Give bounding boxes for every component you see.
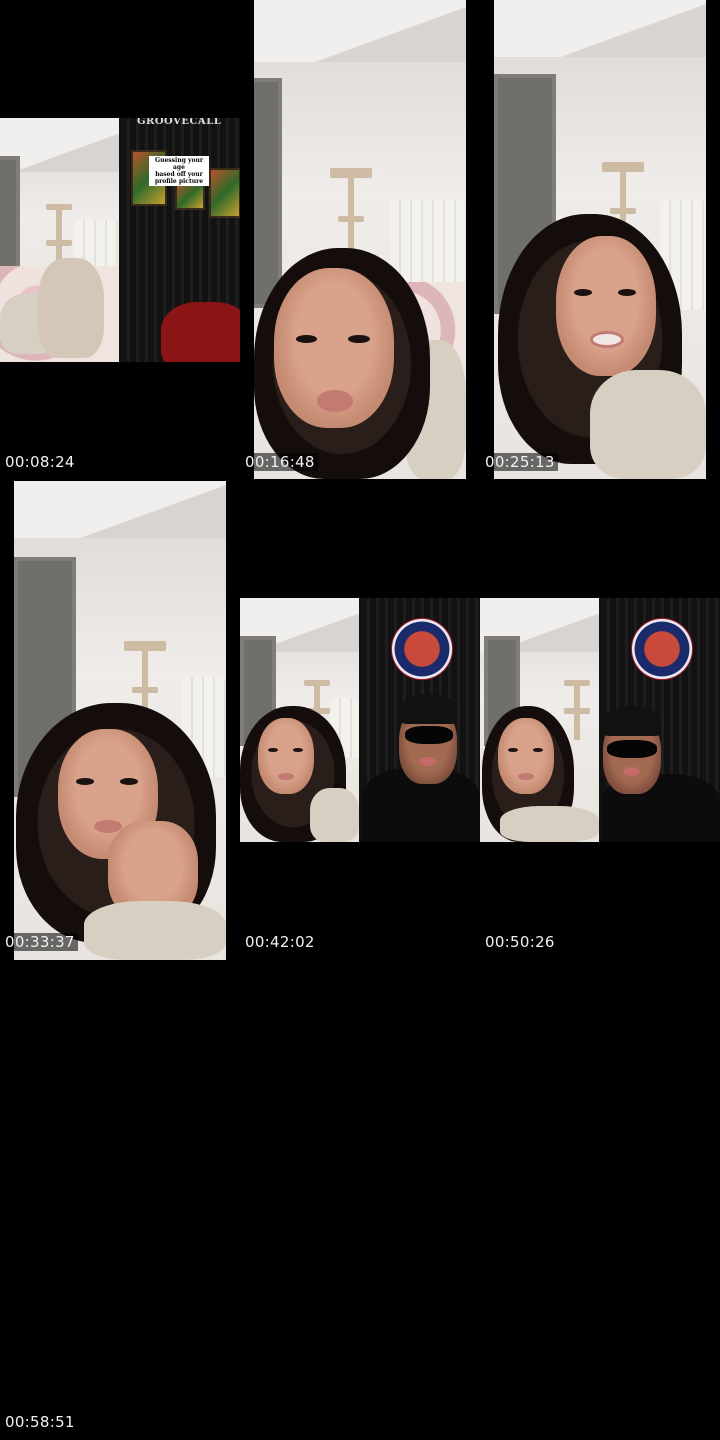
timestamp-2: 00:16:48 (242, 453, 318, 471)
sunglasses (607, 740, 657, 758)
timestamp-7: 00:58:51 (5, 1413, 75, 1431)
video-thumbnail-1[interactable]: GROOVECALL Guessing your age based off y… (0, 118, 240, 362)
eye (295, 335, 318, 344)
bedroom-pane (0, 118, 119, 362)
ceiling (494, 0, 706, 58)
video-thumbnail-6[interactable] (480, 598, 720, 842)
face (258, 718, 314, 794)
wall-frame (209, 168, 240, 218)
eye (120, 778, 138, 785)
ceiling (254, 0, 466, 63)
face (274, 268, 394, 428)
video-caption: Guessing your age based off your profile… (149, 156, 209, 186)
lips (278, 772, 294, 781)
studio-pane (361, 598, 480, 842)
cap (603, 706, 661, 736)
timestamp-4: 00:33:37 (2, 933, 78, 951)
eye (618, 289, 636, 297)
video-thumbnail-3[interactable] (494, 0, 706, 479)
eye (76, 778, 94, 785)
eye (532, 748, 543, 753)
studio-pane: GROOVECALL Guessing your age based off y… (121, 118, 240, 362)
timestamp-1: 00:08:24 (5, 453, 75, 471)
video-thumbnail-4[interactable] (14, 481, 226, 960)
bedroom-pane (480, 598, 599, 842)
pillow (310, 788, 359, 842)
eye (292, 748, 303, 753)
face (498, 718, 554, 794)
video-thumbnail-5[interactable] (240, 598, 480, 842)
pillow (84, 901, 226, 960)
eye (574, 289, 592, 297)
video-thumbnail-2[interactable] (254, 0, 466, 479)
pillow (38, 258, 104, 358)
neon-logo (391, 618, 453, 680)
bedroom-pane (240, 598, 359, 842)
cat-tower (564, 680, 590, 740)
timestamp-3: 00:25:13 (482, 453, 558, 471)
eye (268, 748, 279, 753)
pillow (590, 370, 706, 479)
pillow (500, 806, 599, 842)
face (556, 236, 656, 376)
lips (518, 772, 534, 781)
cap (401, 694, 457, 724)
lips (418, 756, 437, 767)
neon-sign-text: GROOVECALL (137, 118, 222, 127)
door (254, 78, 282, 308)
sunglasses (405, 726, 453, 744)
lips (94, 820, 122, 833)
neon-logo (631, 618, 693, 680)
red-cushion (161, 302, 240, 362)
lips (622, 766, 641, 777)
timestamp-5: 00:42:02 (245, 933, 315, 951)
timestamp-6: 00:50:26 (485, 933, 555, 951)
eye (508, 748, 519, 753)
studio-pane (601, 598, 720, 842)
ceiling (14, 481, 226, 539)
lips (590, 331, 624, 348)
lips (317, 389, 354, 412)
eye (348, 335, 370, 344)
